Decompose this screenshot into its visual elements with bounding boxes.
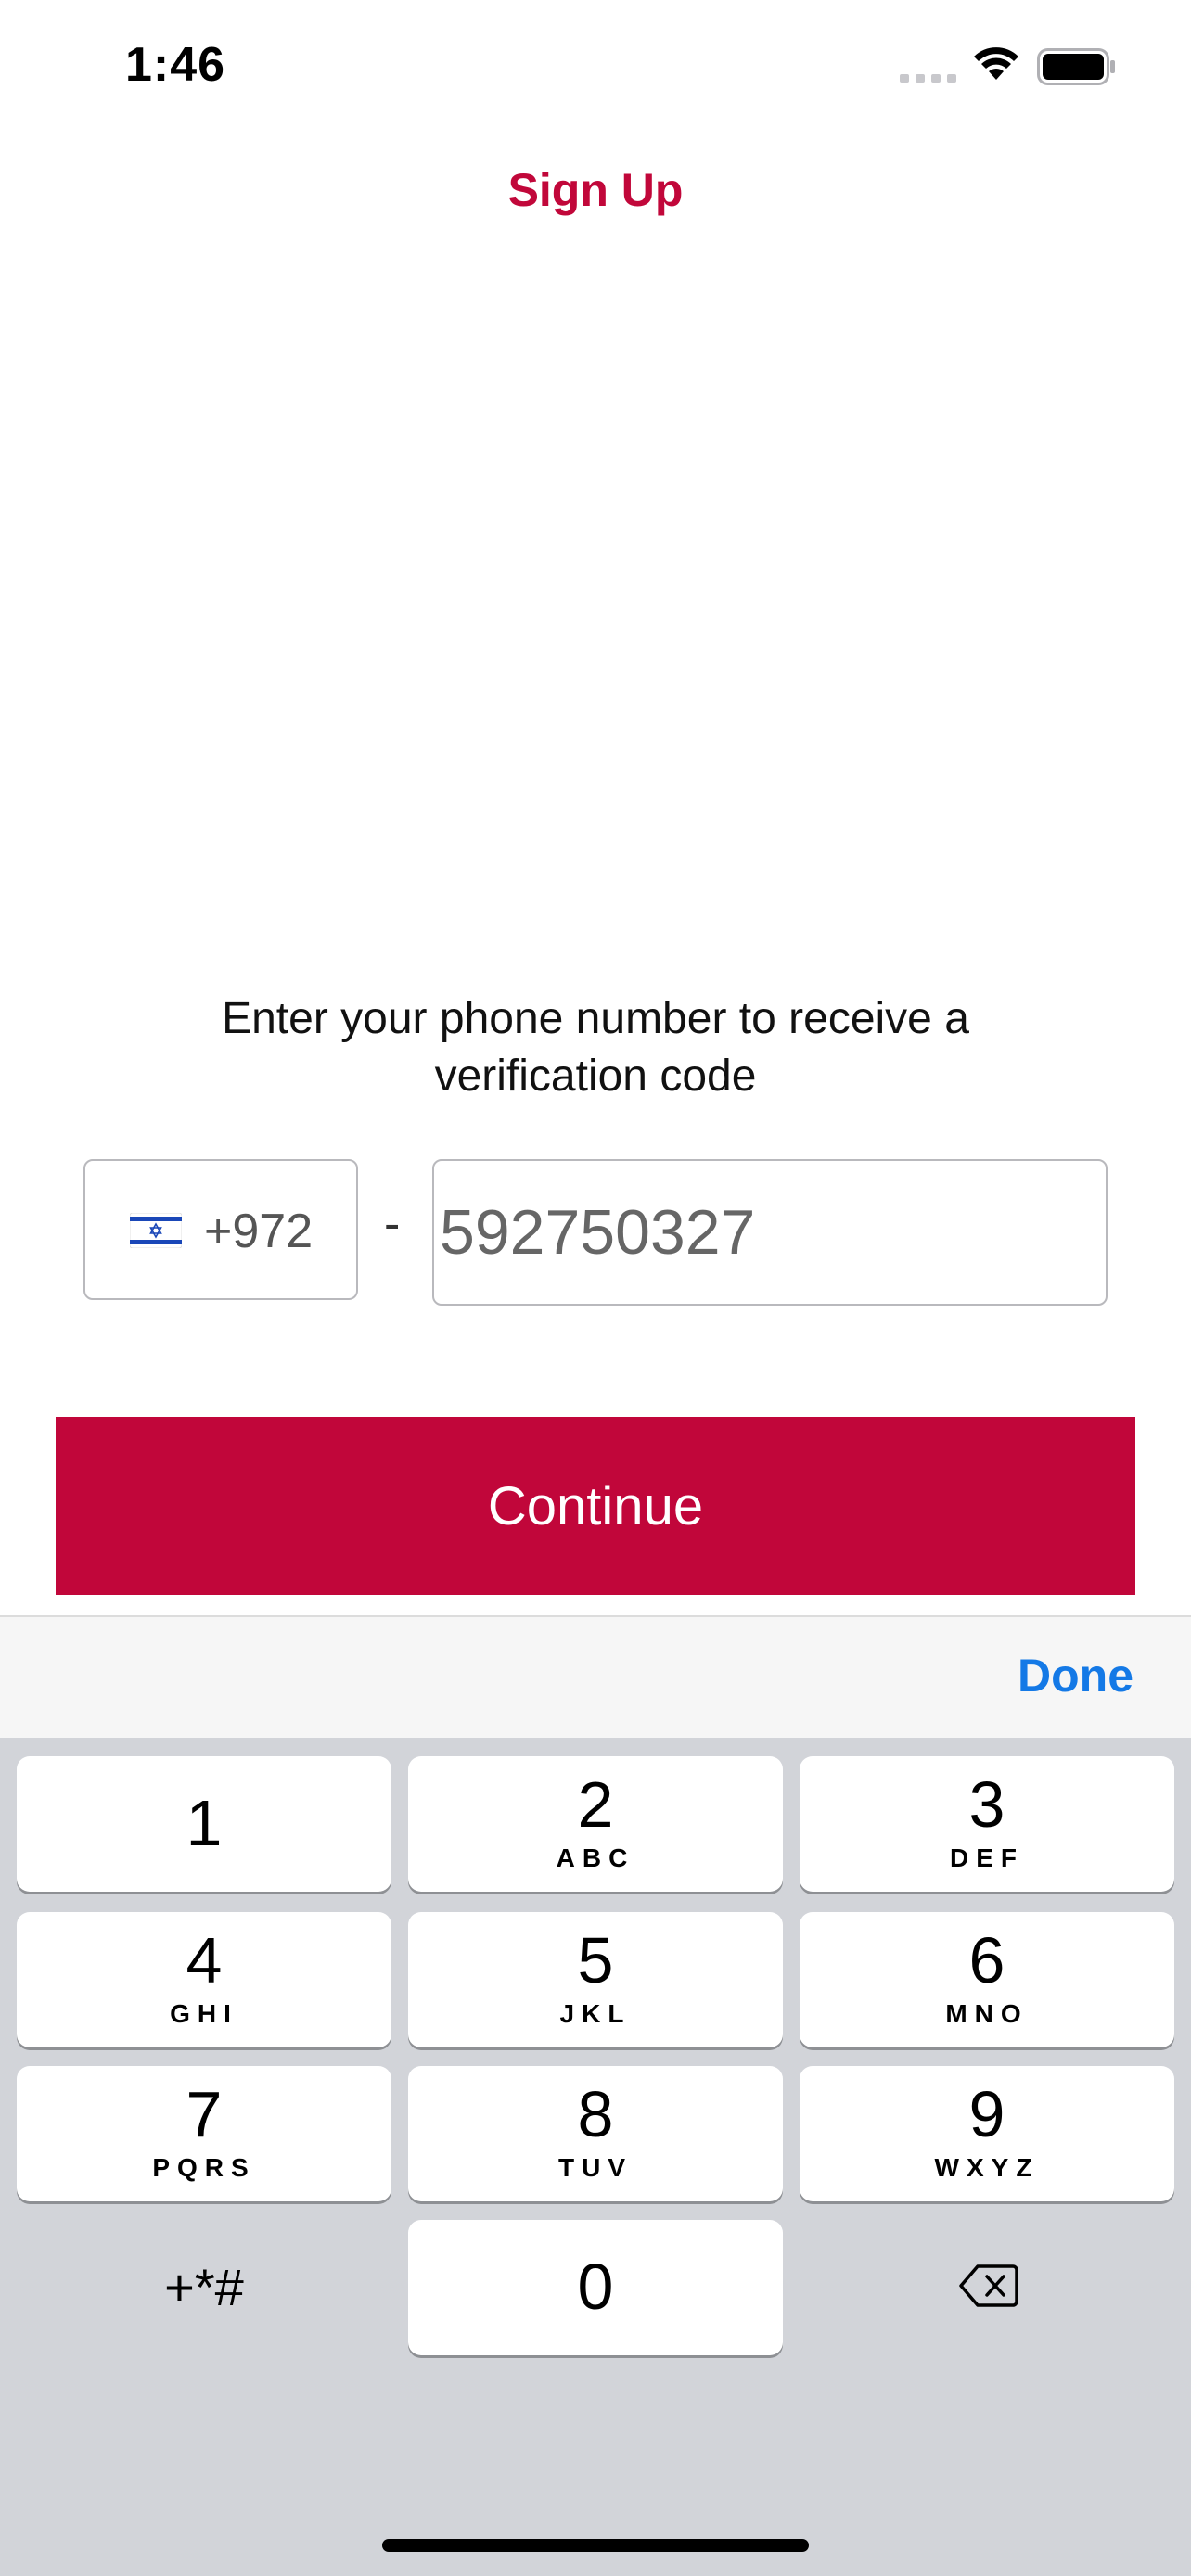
key-5[interactable]: 5 JKL (408, 1912, 783, 2047)
phone-number-input[interactable] (432, 1159, 1108, 1306)
key-letters: WXYZ (934, 2153, 1040, 2182)
continue-button[interactable]: Continue (56, 1417, 1135, 1595)
key-6[interactable]: 6 MNO (800, 1912, 1174, 2047)
cellular-signal-icon (900, 74, 956, 83)
country-code-selector[interactable]: +972 (83, 1159, 358, 1300)
key-digit: 3 (968, 1768, 1005, 1841)
key-letters: TUV (558, 2153, 633, 2182)
battery-icon (1037, 48, 1115, 85)
key-digit: 4 (186, 1924, 223, 1996)
israel-flag-icon (130, 1213, 182, 1248)
phone-prompt-text: Enter your phone number to receive a ver… (222, 994, 969, 1101)
key-0[interactable]: 0 (408, 2220, 783, 2355)
key-letters: PQRS (152, 2153, 256, 2182)
sign-up-screen: 1:46 Sign Up Enter your phone number to … (0, 0, 1191, 2576)
wifi-icon (974, 47, 1018, 80)
backspace-key[interactable] (800, 2220, 1174, 2355)
key-digit: 7 (186, 2078, 223, 2150)
backspace-icon (959, 2264, 1018, 2307)
key-digit: 6 (968, 1924, 1005, 1996)
key-7[interactable]: 7 PQRS (17, 2066, 391, 2201)
page-title: Sign Up (507, 164, 684, 216)
key-digit: 9 (968, 2078, 1005, 2150)
key-digit: 2 (577, 1768, 614, 1841)
key-digit: 0 (577, 2251, 614, 2323)
key-9[interactable]: 9 WXYZ (800, 2066, 1174, 2201)
keyboard-accessory-bar: Done (0, 1615, 1191, 1738)
symbols-key[interactable]: +*# (17, 2220, 391, 2355)
key-letters: DEF (950, 1843, 1024, 1872)
key-letters: ABC (556, 1843, 635, 1872)
key-1[interactable]: 1 (17, 1756, 391, 1892)
key-4[interactable]: 4 GHI (17, 1912, 391, 2047)
key-letters: MNO (945, 1999, 1029, 2028)
separator-dash: - (384, 1197, 401, 1251)
key-8[interactable]: 8 TUV (408, 2066, 783, 2201)
status-time: 1:46 (125, 38, 226, 92)
country-code-label: +972 (204, 1205, 314, 1258)
key-letters: GHI (170, 1999, 238, 2028)
key-digit: 8 (577, 2078, 614, 2150)
key-digit: 5 (577, 1924, 614, 1996)
key-3[interactable]: 3 DEF (800, 1756, 1174, 1892)
key-2[interactable]: 2 ABC (408, 1756, 783, 1892)
done-button[interactable]: Done (1018, 1649, 1133, 1702)
key-letters: JKL (559, 1999, 632, 2028)
home-indicator[interactable] (382, 2539, 809, 2552)
key-digit: 1 (186, 1787, 223, 1859)
